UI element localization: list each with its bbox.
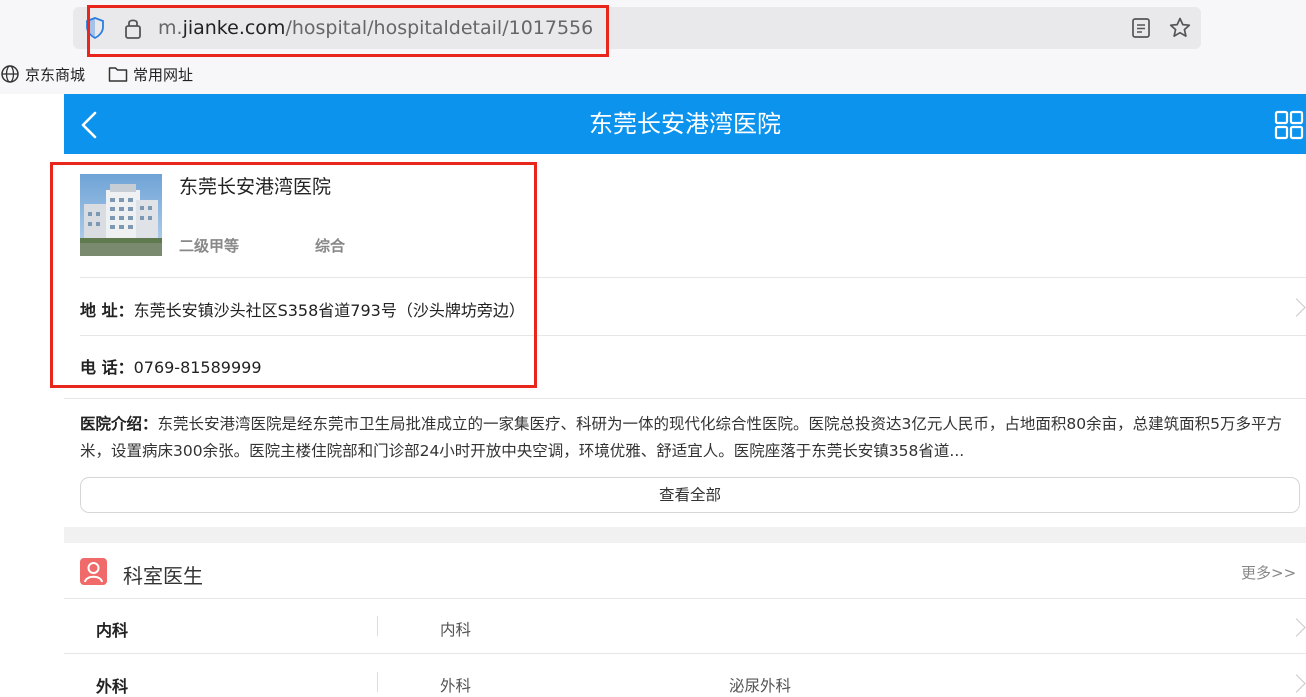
divider: [80, 277, 1306, 278]
divider: [64, 598, 1306, 599]
lock-icon[interactable]: [123, 16, 143, 40]
bookmarks-bar: 京东商城 常用网址: [0, 60, 400, 88]
hospital-level: 二级甲等: [179, 237, 240, 255]
view-all-button[interactable]: 查看全部: [80, 477, 1300, 513]
address-value: 东莞长安镇沙头社区S358省道793号（沙头牌坊旁边）: [133, 301, 525, 320]
hospital-type: 综合: [315, 237, 346, 255]
url-text[interactable]: m.jianke.com/hospital/hospitaldetail/101…: [158, 14, 593, 42]
shield-icon[interactable]: [85, 17, 105, 39]
hospital-intro: 医院介绍：东莞长安港湾医院是经东莞市卫生局批准成立的一家集医疗、科研为一体的现代…: [80, 411, 1302, 465]
address-row[interactable]: 地 址：东莞长安镇沙头社区S358省道793号（沙头牌坊旁边）: [80, 297, 525, 321]
hospital-name: 东莞长安港湾医院: [179, 176, 332, 198]
chevron-right-icon: [1287, 674, 1306, 693]
bookmark-label: 京东商城: [25, 65, 86, 84]
divider: [80, 335, 1306, 336]
page-title: 东莞长安港湾医院: [589, 110, 781, 138]
address-label: 地 址：: [80, 301, 134, 320]
chevron-right-icon: [1287, 618, 1306, 637]
star-icon[interactable]: [1168, 16, 1192, 40]
grid-menu-icon[interactable]: [1274, 110, 1304, 140]
separator: [377, 616, 378, 636]
back-icon[interactable]: [80, 111, 98, 139]
phone-value: 0769-81589999: [133, 358, 262, 377]
department-item[interactable]: 内科: [440, 618, 471, 640]
department-item[interactable]: 外科: [440, 674, 471, 696]
department-category: 内科: [96, 621, 129, 640]
page-header: 东莞长安港湾医院: [64, 94, 1306, 154]
bookmark-common-sites[interactable]: 常用网址: [108, 60, 193, 88]
doctor-icon: [80, 558, 107, 585]
chevron-right-icon: [1287, 298, 1306, 317]
section-title: 科室医生: [123, 564, 203, 588]
department-category: 外科: [96, 677, 129, 696]
bookmark-label: 常用网址: [133, 65, 194, 84]
phone-label: 电 话：: [80, 358, 134, 377]
hospital-photo: [80, 174, 162, 256]
folder-icon: [108, 67, 128, 82]
globe-icon: [1, 65, 19, 83]
intro-text: 东莞长安港湾医院是经东莞市卫生局批准成立的一家集医疗、科研为一体的现代化综合性医…: [80, 415, 1282, 460]
department-item[interactable]: 泌尿外科: [729, 674, 791, 696]
bookmark-jd[interactable]: 京东商城: [0, 60, 85, 88]
reader-mode-icon[interactable]: [1131, 17, 1151, 39]
divider: [64, 653, 1306, 654]
phone-row[interactable]: 电 话：0769-81589999: [80, 354, 262, 378]
more-link[interactable]: 更多>>: [1241, 562, 1296, 583]
section-divider: [64, 527, 1306, 543]
intro-label: 医院介绍：: [80, 415, 158, 433]
divider: [64, 398, 1306, 399]
separator: [377, 672, 378, 692]
